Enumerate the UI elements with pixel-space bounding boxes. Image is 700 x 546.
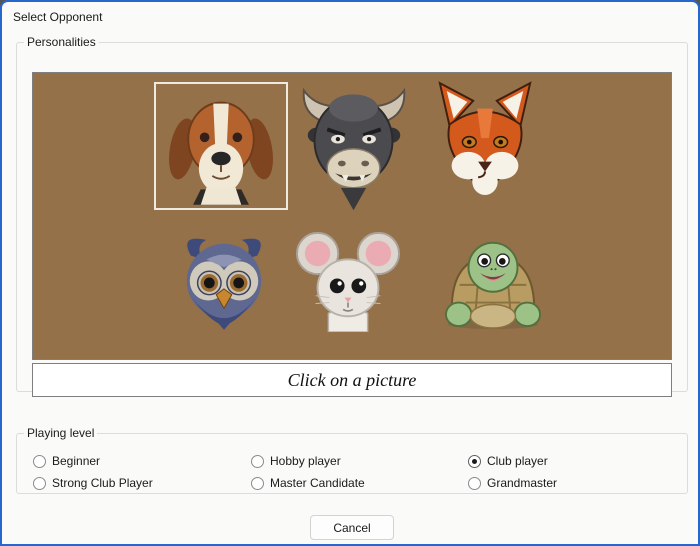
radio-hobby-player[interactable]: Hobby player <box>251 454 341 468</box>
radio-circle[interactable] <box>468 455 481 468</box>
personalities-group: Personalities <box>16 35 688 392</box>
playing-level-group: Playing level Beginner Strong Club Playe… <box>16 426 688 494</box>
radio-label: Master Candidate <box>270 476 365 490</box>
personalities-label: Personalities <box>24 35 99 49</box>
opponent-picture-owl[interactable] <box>177 228 271 331</box>
beagle-icon <box>168 87 274 205</box>
select-opponent-dialog: Select Opponent Personalities <box>0 0 700 546</box>
radio-circle[interactable] <box>33 477 46 490</box>
radio-grandmaster[interactable]: Grandmaster <box>468 476 557 490</box>
mouse-icon <box>296 227 400 332</box>
titlebar[interactable]: Select Opponent <box>2 2 698 32</box>
picture-hint-text: Click on a picture <box>288 370 417 391</box>
radio-label: Club player <box>487 454 548 468</box>
owl-icon <box>179 230 269 330</box>
opponent-picture-mouse[interactable] <box>294 225 402 333</box>
opponent-picture-fox[interactable] <box>430 79 540 210</box>
radio-circle[interactable] <box>33 455 46 468</box>
radio-master-candidate[interactable]: Master Candidate <box>251 476 365 490</box>
radio-label: Grandmaster <box>487 476 557 490</box>
radio-circle[interactable] <box>251 455 264 468</box>
radio-label: Beginner <box>52 454 100 468</box>
radio-circle[interactable] <box>251 477 264 490</box>
turtle-icon <box>440 230 546 330</box>
window-title: Select Opponent <box>13 10 102 24</box>
radio-strong-club-player[interactable]: Strong Club Player <box>33 476 153 490</box>
opponent-picture-bull[interactable] <box>296 76 412 213</box>
radio-label: Strong Club Player <box>52 476 153 490</box>
picture-hint-bar: Click on a picture <box>32 363 672 397</box>
radio-beginner[interactable]: Beginner <box>33 454 100 468</box>
personalities-board <box>32 72 672 360</box>
radio-circle[interactable] <box>468 477 481 490</box>
radio-club-player[interactable]: Club player <box>468 454 548 468</box>
fox-icon <box>432 81 538 209</box>
bull-icon <box>298 78 410 211</box>
cancel-button[interactable]: Cancel <box>310 515 394 540</box>
playing-level-options: Beginner Strong Club Player Hobby player… <box>17 450 687 502</box>
playing-level-label: Playing level <box>24 426 97 440</box>
radio-label: Hobby player <box>270 454 341 468</box>
opponent-picture-beagle[interactable] <box>154 82 288 210</box>
opponent-picture-turtle[interactable] <box>438 228 548 331</box>
